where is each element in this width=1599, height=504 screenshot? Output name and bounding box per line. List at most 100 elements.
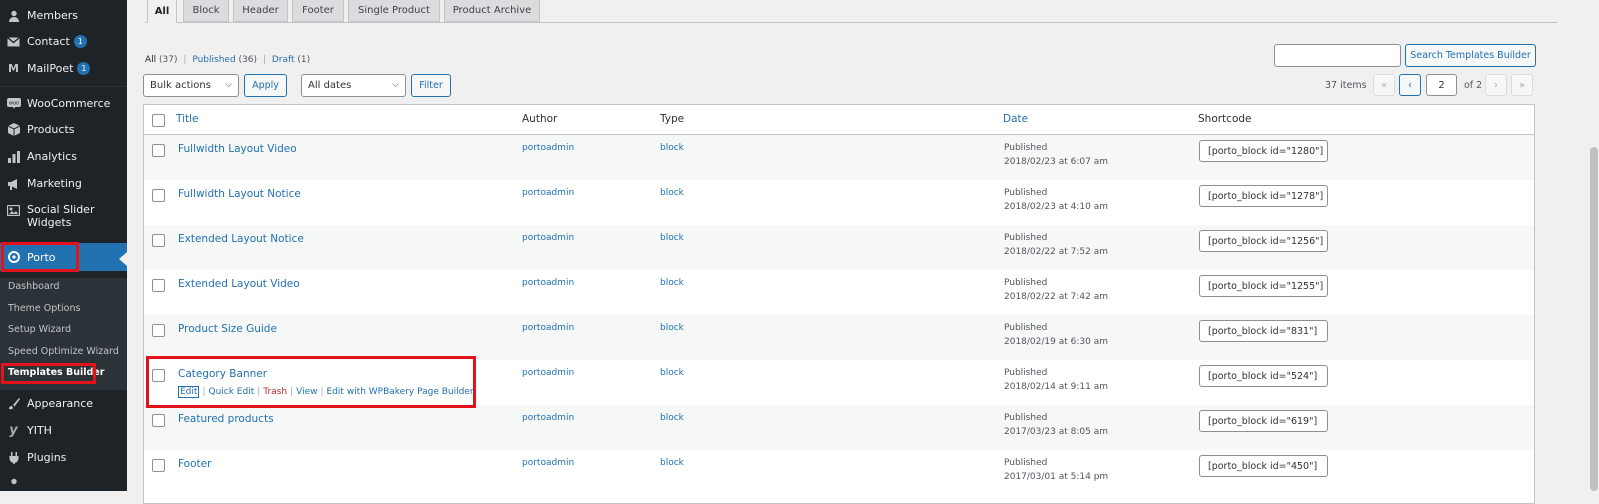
row-author-link[interactable]: portoadmin	[522, 188, 574, 198]
col-date[interactable]: Date	[1003, 113, 1028, 125]
row-shortcode-field[interactable]: [porto_block id="450"]	[1199, 455, 1328, 477]
row-author-link[interactable]: portoadmin	[522, 413, 574, 423]
row-type-link[interactable]: block	[660, 143, 684, 153]
row-shortcode-field[interactable]: [porto_block id="1280"]	[1199, 140, 1328, 162]
row-type-link[interactable]: block	[660, 233, 684, 243]
menu-porto[interactable]: Porto	[0, 243, 127, 271]
user-icon	[6, 8, 21, 23]
menu-appearance[interactable]: Appearance	[0, 396, 127, 411]
status-filter-links: All (37) | Published (36) | Draft (1)	[145, 55, 310, 65]
row-shortcode-field[interactable]: [porto_block id="1256"]	[1199, 230, 1328, 252]
menu-marketing[interactable]: Marketing	[0, 176, 127, 191]
col-title[interactable]: Title	[176, 113, 199, 125]
row-author-link[interactable]: portoadmin	[522, 458, 574, 468]
row-checkbox[interactable]	[152, 144, 165, 157]
row-shortcode-field[interactable]: [porto_block id="831"]	[1199, 320, 1328, 342]
svg-text:woo: woo	[8, 101, 18, 107]
row-type-link[interactable]: block	[660, 278, 684, 288]
row-title-link[interactable]: Extended Layout Video	[178, 278, 300, 290]
row-action-trash[interactable]: Trash	[263, 387, 287, 397]
row-type-link[interactable]: block	[660, 458, 684, 468]
submenu-theme-options[interactable]: Theme Options	[8, 303, 80, 314]
row-checkbox[interactable]	[152, 414, 165, 427]
tab-all[interactable]: All	[147, 0, 177, 23]
menu-contact[interactable]: Contact 1	[0, 34, 127, 49]
submenu-setup-wizard[interactable]: Setup Wizard	[8, 324, 71, 335]
menu-social-slider-widgets[interactable]: Social Slider Widgets	[0, 203, 127, 231]
row-title-link[interactable]: Product Size Guide	[178, 323, 277, 335]
row-title-link[interactable]: Fullwidth Layout Video	[178, 143, 297, 155]
filter-all-link[interactable]: All	[145, 55, 156, 65]
menu-plugins[interactable]: Plugins	[0, 450, 127, 465]
row-action-edit[interactable]: Edit	[178, 386, 200, 398]
page-scrollbar[interactable]	[1589, 0, 1599, 491]
menu-members[interactable]: Members	[0, 8, 127, 23]
row-checkbox[interactable]	[152, 369, 165, 382]
row-title-link[interactable]: Extended Layout Notice	[178, 233, 304, 245]
tab-header[interactable]: Header	[233, 0, 288, 22]
tab-single-product[interactable]: Single Product	[348, 0, 440, 22]
row-type-link[interactable]: block	[660, 368, 684, 378]
row-author-link[interactable]: portoadmin	[522, 368, 574, 378]
row-shortcode-field[interactable]: [porto_block id="524"]	[1199, 365, 1328, 387]
row-author-link[interactable]: portoadmin	[522, 143, 574, 153]
menu-next-partial[interactable]	[0, 476, 127, 491]
tab-product-archive[interactable]: Product Archive	[444, 0, 540, 22]
total-pages: of 2	[1464, 80, 1483, 91]
row-action-view[interactable]: View	[296, 387, 317, 397]
next-page-button: ›	[1485, 74, 1507, 96]
row-author-link[interactable]: portoadmin	[522, 233, 574, 243]
menu-members-label: Members	[27, 9, 78, 22]
row-checkbox[interactable]	[152, 279, 165, 292]
table-row: Fullwidth Layout Video portoadmin block …	[144, 135, 1534, 180]
scrollbar-thumb[interactable]	[1590, 147, 1598, 491]
menu-yith[interactable]: y YITH	[0, 423, 127, 438]
menu-woocommerce[interactable]: woo WooCommerce	[0, 96, 127, 111]
menu-products[interactable]: Products	[0, 122, 127, 137]
row-type-link[interactable]: block	[660, 323, 684, 333]
apply-button[interactable]: Apply	[244, 74, 287, 97]
row-checkbox[interactable]	[152, 459, 165, 472]
row-checkbox[interactable]	[152, 324, 165, 337]
row-checkbox[interactable]	[152, 234, 165, 247]
row-type-link[interactable]: block	[660, 188, 684, 198]
prev-page-button[interactable]: ‹	[1399, 74, 1421, 96]
filter-published-link[interactable]: Published	[192, 55, 235, 65]
row-author-link[interactable]: portoadmin	[522, 323, 574, 333]
submenu-speed-optimize-wizard[interactable]: Speed Optimize Wizard	[8, 346, 119, 357]
row-title-link[interactable]: Featured products	[178, 413, 274, 425]
row-author-link[interactable]: portoadmin	[522, 278, 574, 288]
filter-draft-link[interactable]: Draft	[272, 55, 295, 65]
row-shortcode-field[interactable]: [porto_block id="1278"]	[1199, 185, 1328, 207]
menu-porto-label: Porto	[27, 250, 56, 264]
yith-icon: y	[9, 423, 18, 438]
row-type-link[interactable]: block	[660, 413, 684, 423]
search-input[interactable]	[1274, 44, 1401, 67]
row-status: Published	[1004, 458, 1048, 468]
bar-chart-icon	[6, 149, 21, 164]
row-title-link[interactable]: Footer	[178, 458, 211, 470]
select-all-checkbox[interactable]	[152, 114, 165, 127]
menu-social-slider-label: Social Slider Widgets	[27, 203, 94, 229]
submenu-dashboard[interactable]: Dashboard	[8, 281, 60, 292]
row-status: Published	[1004, 143, 1048, 153]
filter-button[interactable]: Filter	[411, 74, 451, 97]
row-shortcode-field[interactable]: [porto_block id="1255"]	[1199, 275, 1328, 297]
row-action-edit-wpbakery[interactable]: Edit with WPBakery Page Builder	[327, 387, 474, 397]
row-action-quick-edit[interactable]: Quick Edit	[208, 387, 254, 397]
table-row: Footer portoadmin block Published 2017/0…	[144, 450, 1534, 495]
submenu-templates-builder[interactable]: Templates Builder	[8, 367, 104, 378]
menu-analytics[interactable]: Analytics	[0, 149, 127, 164]
menu-mailpoet[interactable]: M MailPoet 1	[0, 61, 127, 76]
search-templates-button[interactable]: Search Templates Builder	[1405, 44, 1536, 67]
row-actions: Edit | Quick Edit | Trash | View | Edit with WPB…	[178, 386, 474, 398]
row-title-link[interactable]: Category Banner	[178, 368, 267, 380]
row-title-link[interactable]: Fullwidth Layout Notice	[178, 188, 301, 200]
tab-footer[interactable]: Footer	[292, 0, 344, 22]
current-page-input[interactable]: 2	[1426, 74, 1457, 96]
dates-filter-select[interactable]: All dates ⌵	[301, 74, 406, 97]
bulk-actions-select[interactable]: Bulk actions ⌵	[143, 74, 239, 97]
row-checkbox[interactable]	[152, 189, 165, 202]
row-shortcode-field[interactable]: [porto_block id="619"]	[1199, 410, 1328, 432]
tab-block[interactable]: Block	[183, 0, 229, 22]
